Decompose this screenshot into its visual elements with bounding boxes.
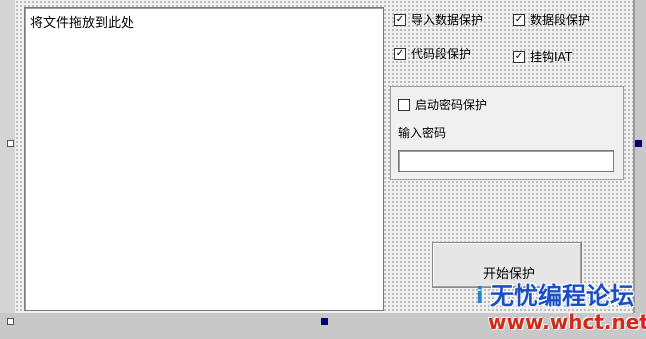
checkbox-label: 代码段保护 — [411, 47, 472, 61]
checkbox-box[interactable] — [398, 98, 410, 111]
watermark-url: www.whct.net — [488, 310, 646, 334]
checkbox-label: 挂钩IAT — [530, 50, 573, 64]
import-protect-checkbox[interactable]: ✓ 导入数据保护 — [394, 11, 483, 28]
watermark: i 无忧编程论坛 www.whct.net — [476, 276, 646, 336]
data-protect-checkbox[interactable]: ✓ 数据段保护 — [513, 11, 590, 28]
resize-handle-left[interactable] — [7, 140, 14, 147]
password-label: 输入密码 — [398, 126, 447, 140]
checkbox-label: 启动密码保护 — [415, 98, 488, 112]
file-drop-area[interactable]: 将文件拖放到此处 — [24, 7, 384, 311]
checkbox-label: 数据段保护 — [530, 13, 591, 27]
password-input[interactable] — [398, 150, 614, 172]
code-protect-checkbox[interactable]: ✓ 代码段保护 — [394, 45, 471, 62]
hook-iat-checkbox[interactable]: ✓ 挂钩IAT — [513, 48, 572, 65]
checkbox-box[interactable]: ✓ — [513, 13, 525, 26]
checkbox-box[interactable]: ✓ — [394, 47, 406, 60]
resize-handle-bottom[interactable] — [321, 318, 328, 325]
resize-handle-right[interactable] — [635, 140, 642, 147]
watermark-title: 无忧编程论坛 — [490, 282, 634, 310]
designer-margin-left — [0, 0, 15, 313]
drop-area-label: 将文件拖放到此处 — [30, 16, 135, 31]
checkbox-box[interactable]: ✓ — [513, 50, 525, 63]
watermark-logo: i — [476, 284, 484, 309]
checkbox-box[interactable]: ✓ — [394, 13, 406, 26]
resize-handle-bottom-left[interactable] — [7, 318, 14, 325]
checkbox-label: 导入数据保护 — [411, 13, 484, 27]
enable-password-checkbox[interactable]: 启动密码保护 — [398, 96, 487, 113]
